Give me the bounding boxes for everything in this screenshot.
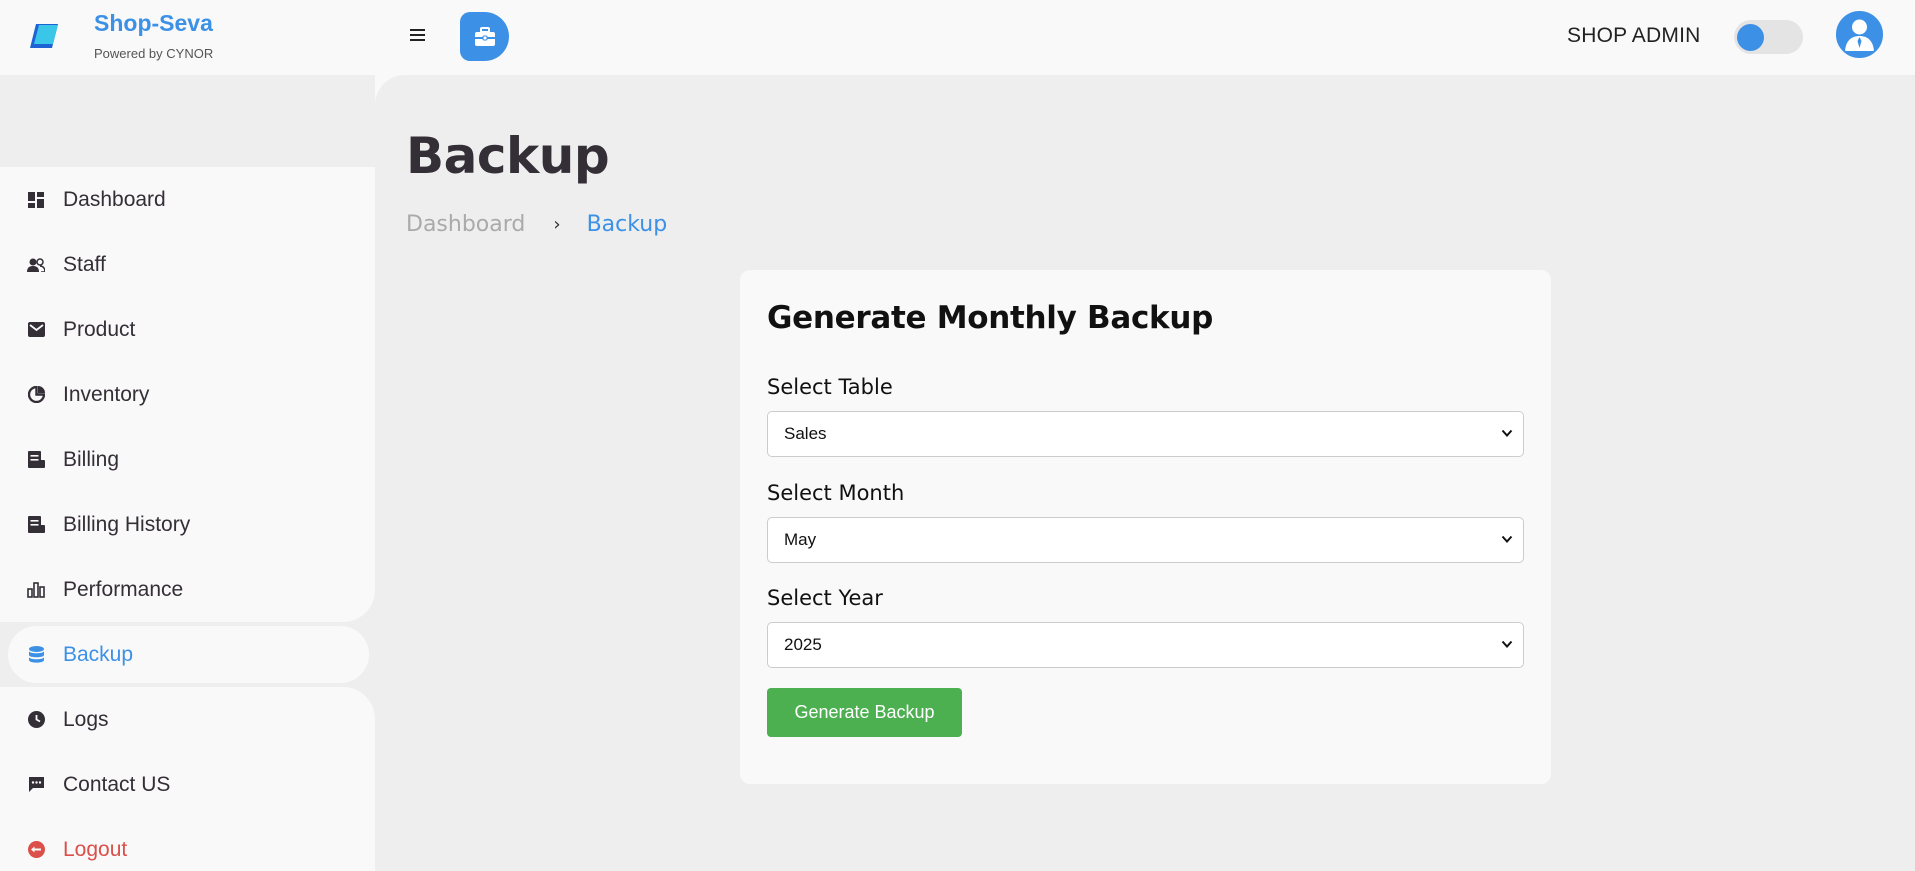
card-title: Generate Monthly Backup [767, 300, 1214, 336]
sidebar-item-logout: Logout [0, 817, 375, 871]
sidebar-item-label: Product [63, 317, 136, 341]
role-label: SHOP ADMIN [1567, 24, 1701, 47]
backup-card: Generate Monthly Backup Select Table Sal… [740, 270, 1551, 784]
brand-logo-icon [28, 10, 68, 60]
select-month-label: Select Month [767, 481, 905, 505]
select-year-value: 2025 [784, 635, 822, 654]
chat-icon [27, 776, 45, 794]
billing-icon [27, 451, 45, 469]
sidebar-item-label: Performance [63, 577, 184, 601]
sidebar-item-backup: Backup [0, 622, 375, 687]
sidebar-item-label: Backup [63, 642, 134, 666]
select-table-dropdown[interactable]: Sales [767, 411, 1524, 457]
select-year-dropdown[interactable]: 2025 [767, 622, 1524, 668]
brand-name: Shop-Seva [94, 10, 213, 36]
select-year-label: Select Year [767, 586, 883, 610]
hamburger-icon[interactable] [404, 22, 430, 48]
sidebar-item-dashboard: Dashboard [0, 167, 375, 232]
sidebar-link-logout[interactable]: Logout [0, 817, 375, 871]
page-title: Backup [406, 127, 610, 185]
sidebar-link-product[interactable]: Product [0, 297, 375, 362]
select-month-value: May [784, 530, 817, 549]
select-month-dropdown[interactable]: May [767, 517, 1524, 563]
sidebar-link-billing-history[interactable]: Billing History [0, 492, 375, 557]
billing-history-icon [27, 516, 45, 534]
theme-toggle-switch[interactable] [1734, 20, 1803, 54]
sidebar-item-label: Logs [63, 707, 109, 731]
brand[interactable]: Shop-Seva Powered by CYNOR [28, 10, 213, 61]
toggle-knob [1737, 24, 1764, 51]
sidebar-item-label: Contact US [63, 772, 171, 796]
sidebar-item-label: Dashboard [63, 187, 166, 211]
sidebar-item-logs: Logs [0, 687, 375, 752]
main-content: Backup Dashboard › Backup Generate Month… [375, 75, 1915, 871]
select-table-label: Select Table [767, 375, 893, 399]
sidebar-link-performance[interactable]: Performance [0, 557, 375, 622]
sidebar-link-backup[interactable]: Backup [8, 626, 369, 683]
chevron-down-icon [1501, 640, 1513, 648]
performance-icon [27, 581, 45, 599]
sidebar-link-dashboard[interactable]: Dashboard [0, 167, 375, 232]
chevron-right-icon: › [553, 214, 561, 235]
sidebar-item-label: Inventory [63, 382, 150, 406]
sidebar-link-staff[interactable]: Staff [0, 232, 375, 297]
logout-icon [27, 841, 45, 859]
sidebar-item-product: Product [0, 297, 375, 362]
sidebar-item-staff: Staff [0, 232, 375, 297]
sidebar-item-billing-history: Billing History [0, 492, 375, 557]
dashboard-icon [27, 191, 45, 209]
breadcrumb-home-link[interactable]: Dashboard [406, 212, 525, 237]
chevron-down-icon [1501, 535, 1513, 543]
staff-icon [27, 256, 45, 274]
sidebar-item-billing: Billing [0, 427, 375, 492]
sidebar-item-performance: Performance [0, 557, 375, 622]
generate-backup-button[interactable]: Generate Backup [767, 688, 962, 737]
clock-icon [27, 711, 45, 729]
product-icon [27, 321, 45, 339]
breadcrumb-current-link[interactable]: Backup [587, 212, 668, 237]
sidebar-item-label: Staff [63, 252, 106, 276]
sidebar-link-billing[interactable]: Billing [0, 427, 375, 492]
sidebar-item-inventory: Inventory [0, 362, 375, 427]
user-avatar-icon[interactable] [1836, 11, 1883, 58]
sidebar-link-inventory[interactable]: Inventory [0, 362, 375, 427]
sidebar-link-logs[interactable]: Logs [0, 687, 375, 752]
chevron-down-icon [1501, 429, 1513, 437]
sidebar-link-contact-us[interactable]: Contact US [0, 752, 375, 817]
inventory-icon [27, 386, 45, 404]
briefcase-icon[interactable] [460, 12, 509, 61]
sidebar-item-contact-us: Contact US [0, 752, 375, 817]
breadcrumb: Dashboard › Backup [406, 212, 667, 237]
sidebar-item-label: Billing History [63, 512, 191, 536]
sidebar-item-label: Billing [63, 447, 120, 471]
database-icon [27, 646, 45, 664]
brand-subtitle: Powered by CYNOR [94, 46, 214, 61]
top-navbar: Shop-Seva Powered by CYNOR SHOP ADMIN [0, 0, 1915, 75]
select-table-value: Sales [784, 424, 827, 443]
sidebar: Dashboard Staff Product Inventory Billin… [0, 75, 375, 871]
sidebar-item-label: Logout [63, 837, 128, 861]
sidebar-menu: Dashboard Staff Product Inventory Billin… [0, 167, 375, 871]
